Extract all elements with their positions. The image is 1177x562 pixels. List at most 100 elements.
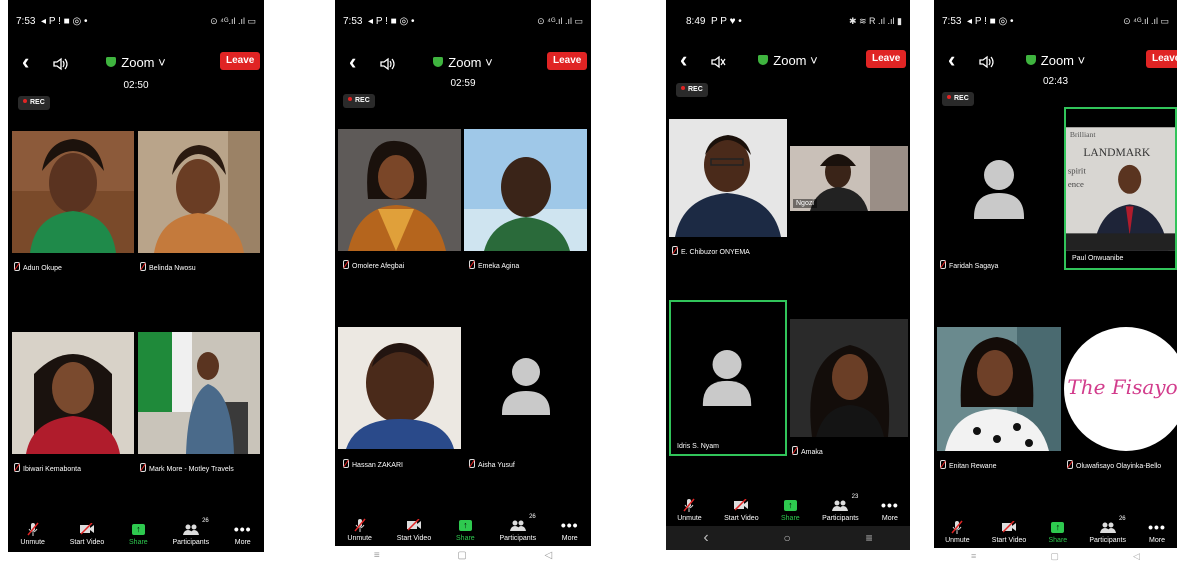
video-tile-4[interactable] [464,327,587,449]
shield-check-icon [1025,55,1036,65]
share-button[interactable]: ↑ Share [456,518,475,542]
svg-text:spirit: spirit [1068,166,1086,176]
video-tile-2[interactable]: Brilliant spirit ence LANDMARK Paul Onwuani… [1064,107,1177,270]
more-label: More [561,535,578,542]
video-tile-1[interactable] [669,119,787,237]
meeting-toolbar: Unmute Start Video ↑ Share 23 Participants… [666,494,910,522]
home-nav-icon[interactable]: ▢ [1050,551,1059,562]
video-tile-1[interactable] [937,127,1061,251]
unmute-label: Unmute [20,539,45,546]
unmute-button[interactable]: Unmute [20,522,45,546]
participants-button[interactable]: 26 Participants [500,514,537,542]
mic-muted-icon [792,446,798,455]
status-icons: ◂ P ! ■ ◎ • [368,15,415,27]
more-dots-icon: ••• [560,517,579,533]
share-button[interactable]: ↑ Share [129,522,148,546]
system-navbar: ≡ ▢ ◁ [934,551,1177,562]
shield-check-icon [433,57,444,67]
participant-label: Aisha Yusuf [478,462,515,469]
participants-label: Participants [822,515,859,522]
mic-muted-icon [940,260,946,269]
share-button[interactable]: ↑ Share [781,498,800,522]
status-right-icons: ⊙ ⁴ᴳ.ıl .ıl ▭ [537,15,583,26]
participant-name: Mark More - Motley Travels [140,463,234,473]
video-tile-4[interactable] [138,332,260,454]
home-nav-icon[interactable]: ○ [784,531,791,545]
rec-badge: REC [676,83,708,97]
back-nav-icon[interactable]: ‹ [703,529,708,547]
person-avatar-icon [937,127,1061,251]
leave-button[interactable]: Leave [866,50,907,68]
leave-button[interactable]: Leave [220,52,261,70]
video-tile-1[interactable] [338,129,461,251]
participant-label: Belinda Nwosu [149,265,196,272]
status-bar: 7:53 ◂ P ! ■ ◎ • ⊙ ⁴ᴳ.ıl .ıl ▭ [16,14,256,28]
more-button[interactable]: ••• More [1148,520,1166,544]
leave-button[interactable]: Leave [547,52,588,70]
menu-nav-icon[interactable]: ≡ [971,551,976,561]
start-video-button[interactable]: Start Video [70,522,104,546]
meeting-header: ‹ Zoom ˅ Leave [666,48,910,74]
meeting-title[interactable]: Zoom ˅ [934,53,1177,68]
participant-name: Hassan ZAKARI [343,459,403,469]
rec-dot-icon [947,95,951,99]
share-label: Share [1048,537,1068,544]
mic-muted-icon [469,459,475,468]
unmute-button[interactable]: Unmute [677,498,702,522]
person-avatar-icon [464,327,587,449]
video-tile-4[interactable] [790,319,908,437]
share-label: Share [781,515,800,522]
participant-name: Faridah Sagaya [940,260,998,270]
share-label: Share [456,535,475,542]
more-button[interactable]: ••• More [234,522,252,546]
participant-count: 26 [529,514,536,520]
more-button[interactable]: ••• More [881,498,899,522]
share-arrow-icon: ↑ [783,499,797,511]
video-tile-1[interactable] [12,131,134,253]
mic-muted-icon [469,260,475,269]
back-nav-icon[interactable]: ◁ [544,550,552,561]
video-tile-2[interactable] [138,131,260,253]
video-tile-3[interactable] [937,327,1061,451]
menu-nav-icon[interactable]: ≡ [374,550,380,561]
video-tile-3[interactable] [338,327,461,449]
start-video-button[interactable]: Start Video [397,518,431,542]
mic-muted-icon [27,522,39,536]
more-button[interactable]: ••• More [561,518,579,542]
status-time: 7:53 [942,15,962,27]
video-tile-2[interactable]: Ngozi [790,146,908,211]
leave-button[interactable]: Leave [1146,50,1177,68]
menu-nav-icon[interactable]: ≡ [866,531,873,545]
home-nav-icon[interactable]: ▢ [457,550,466,561]
meeting-name: Zoom ˅ [1040,53,1086,68]
participants-button[interactable]: 26 Participants [1089,516,1126,544]
participant-count: 23 [851,494,859,500]
mic-muted-icon [672,246,678,255]
video-tile-2[interactable] [464,129,587,251]
video-tile-3[interactable]: Idris S. Nyam [669,300,787,456]
rec-label: REC [954,95,969,102]
participants-button[interactable]: 26 Participants [173,518,210,546]
start-video-button[interactable]: Start Video [724,498,759,522]
video-tile-3[interactable] [12,332,134,454]
start-video-label: Start Video [991,537,1027,544]
status-right-icons: ⊙ ⁴ᴳ.ıl .ıl ▭ [1123,15,1169,26]
participants-button[interactable]: 23 Participants [822,494,859,522]
status-icons: ◂ P ! ■ ◎ • [967,15,1014,27]
unmute-label: Unmute [945,537,970,544]
rec-badge: REC [18,96,50,110]
unmute-button[interactable]: Unmute [347,518,372,542]
phone-screen-3: 8:49 P P ♥ • ✱ ≋ R .ıl .ıl ▮ ‹ Zoom ˅ Le… [666,0,910,562]
share-button[interactable]: ↑ Share [1048,520,1068,544]
mic-muted-icon [14,463,20,472]
start-video-button[interactable]: Start Video [991,520,1027,544]
participant-label: Adun Okupe [23,265,62,272]
video-tile-4[interactable]: The Fisayo [1064,327,1177,451]
unmute-button[interactable]: Unmute [945,520,970,544]
person-avatar-icon [671,302,785,454]
share-arrow-icon: ↑ [458,519,472,531]
more-dots-icon: ••• [233,521,252,537]
people-icon: 26 [182,518,209,536]
more-dots-icon: ••• [881,497,899,513]
back-nav-icon[interactable]: ◁ [1133,551,1140,562]
